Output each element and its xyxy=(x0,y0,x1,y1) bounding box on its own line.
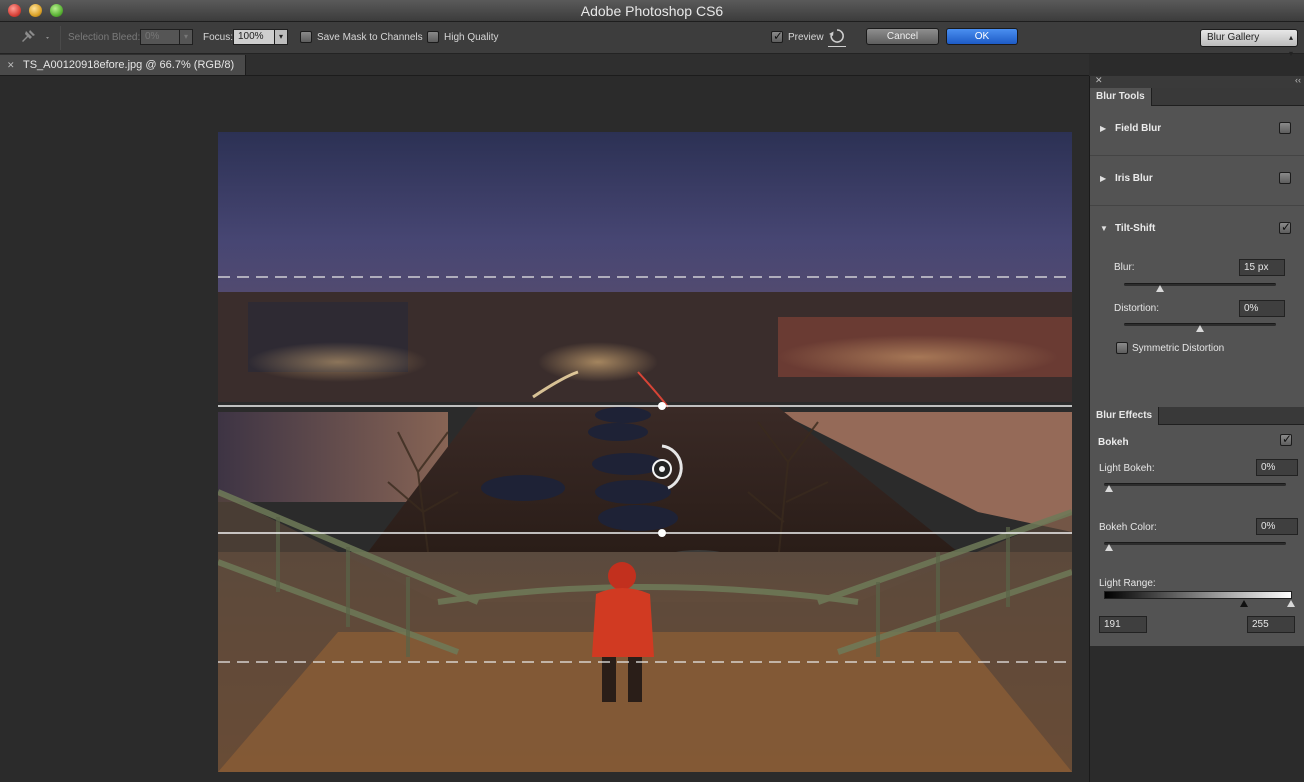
window-title: Adobe Photoshop CS6 xyxy=(580,3,724,19)
tilt-shift-row: ▼ Tilt-Shift Blur: 15 px Distortion: 0% … xyxy=(1090,206,1304,406)
chevron-updown-icon: ▴ ▾ xyxy=(1288,33,1293,58)
document-tab-bar: ✕ TS_A00120918efore.jpg @ 66.7% (RGB/8) xyxy=(0,54,1089,76)
triangle-right-icon[interactable]: ▶ xyxy=(1100,174,1106,183)
workspace-label: Blur Gallery xyxy=(1207,32,1260,43)
title-bar: Adobe Photoshop CS6 xyxy=(0,0,1304,22)
preview-label: Preview xyxy=(788,32,824,43)
blur-tools-body: ▶ Field Blur ▶ Iris Blur ▼ Tilt-Shift Bl… xyxy=(1090,106,1304,407)
selection-bleed-field[interactable]: 0% xyxy=(140,29,180,45)
document-image[interactable] xyxy=(218,132,1072,772)
focus-field[interactable]: 100% xyxy=(233,29,275,45)
light-bokeh-thumb[interactable] xyxy=(1105,485,1113,492)
iris-blur-label: Iris Blur xyxy=(1115,173,1153,184)
panel-header: ✕ ‹‹ xyxy=(1090,75,1304,88)
cancel-button[interactable]: Cancel xyxy=(866,28,939,45)
tab-blur-tools[interactable]: Blur Tools xyxy=(1090,88,1152,106)
preview-checkbox[interactable] xyxy=(771,29,783,43)
bokeh-color-slider[interactable] xyxy=(1104,542,1286,545)
field-blur-label: Field Blur xyxy=(1115,123,1162,134)
light-range-low-field[interactable]: 191 xyxy=(1099,616,1147,633)
triangle-down-icon[interactable]: ▼ xyxy=(1100,224,1108,233)
iris-blur-row[interactable]: ▶ Iris Blur xyxy=(1090,156,1304,206)
document-tab-title: TS_A00120918efore.jpg @ 66.7% (RGB/8) xyxy=(23,59,235,71)
double-chevron-icon[interactable]: ‹‹ xyxy=(1295,75,1301,85)
high-quality-checkbox[interactable] xyxy=(427,31,439,43)
selection-bleed-dropdown[interactable]: ▾ xyxy=(179,29,193,45)
light-range-label: Light Range: xyxy=(1099,578,1156,589)
bokeh-label: Bokeh xyxy=(1098,437,1129,448)
toolbar-separator xyxy=(60,26,61,50)
tilt-shift-checkbox[interactable] xyxy=(1279,220,1291,234)
blur-effects-tabbar: Blur Effects xyxy=(1090,407,1304,425)
triangle-right-icon[interactable]: ▶ xyxy=(1100,124,1106,133)
light-range-high-thumb[interactable] xyxy=(1287,600,1295,607)
save-mask-label: Save Mask to Channels xyxy=(317,32,423,43)
blur-panel: ✕ ‹‹ Blur Tools ▶ Field Blur ▶ Iris Blur… xyxy=(1089,75,1304,782)
distortion-label: Distortion: xyxy=(1114,303,1160,314)
bokeh-color-field[interactable]: 0% xyxy=(1256,518,1298,535)
close-icon[interactable]: ✕ xyxy=(7,55,15,75)
bokeh-color-thumb[interactable] xyxy=(1105,544,1113,551)
focus-dropdown[interactable]: ▾ xyxy=(274,29,288,45)
iris-blur-checkbox[interactable] xyxy=(1279,172,1291,184)
options-bar: Selection Bleed: 0% ▾ Focus: 100% ▾ Save… xyxy=(0,22,1304,58)
tilt-shift-label: Tilt-Shift xyxy=(1115,223,1156,234)
distortion-thumb[interactable] xyxy=(1196,325,1204,332)
symmetric-distortion-checkbox[interactable] xyxy=(1116,342,1128,354)
blur-amount-thumb[interactable] xyxy=(1156,285,1164,292)
blur-amount-label: Blur: xyxy=(1114,262,1135,273)
blur-amount-slider[interactable] xyxy=(1124,283,1276,286)
symmetric-distortion-label: Symmetric Distortion xyxy=(1132,343,1225,354)
save-mask-checkbox[interactable] xyxy=(300,31,312,43)
pin-icon[interactable] xyxy=(18,28,52,48)
light-bokeh-label: Light Bokeh: xyxy=(1099,463,1155,474)
bokeh-checkbox[interactable] xyxy=(1280,432,1292,446)
blur-tools-tabbar: Blur Tools xyxy=(1090,88,1304,106)
focus-label: Focus: xyxy=(203,32,234,43)
ok-button[interactable]: OK xyxy=(946,28,1018,45)
document-tab[interactable]: ✕ TS_A00120918efore.jpg @ 66.7% (RGB/8) xyxy=(0,55,246,75)
light-range-high-field[interactable]: 255 xyxy=(1247,616,1295,633)
close-icon[interactable]: ✕ xyxy=(1095,75,1103,86)
light-range-low-thumb[interactable] xyxy=(1240,600,1248,607)
distortion-field[interactable]: 0% xyxy=(1239,300,1285,317)
field-blur-checkbox[interactable] xyxy=(1279,122,1291,134)
blur-amount-field[interactable]: 15 px xyxy=(1239,259,1285,276)
blur-effects-body: Bokeh Light Bokeh: 0% Bokeh Color: 0% Li… xyxy=(1090,425,1304,646)
light-range-gradient[interactable] xyxy=(1104,591,1292,599)
high-quality-label: High Quality xyxy=(444,32,499,43)
light-bokeh-field[interactable]: 0% xyxy=(1256,459,1298,476)
canvas-area xyxy=(0,76,1089,782)
bokeh-color-label: Bokeh Color: xyxy=(1099,522,1157,533)
field-blur-row[interactable]: ▶ Field Blur xyxy=(1090,106,1304,156)
tab-blur-effects[interactable]: Blur Effects xyxy=(1090,407,1160,425)
light-bokeh-slider[interactable] xyxy=(1104,483,1286,486)
reset-icon[interactable] xyxy=(828,27,846,47)
workspace-dropdown[interactable]: Blur Gallery ▴ ▾ xyxy=(1200,29,1298,58)
selection-bleed-label: Selection Bleed: xyxy=(68,32,141,43)
